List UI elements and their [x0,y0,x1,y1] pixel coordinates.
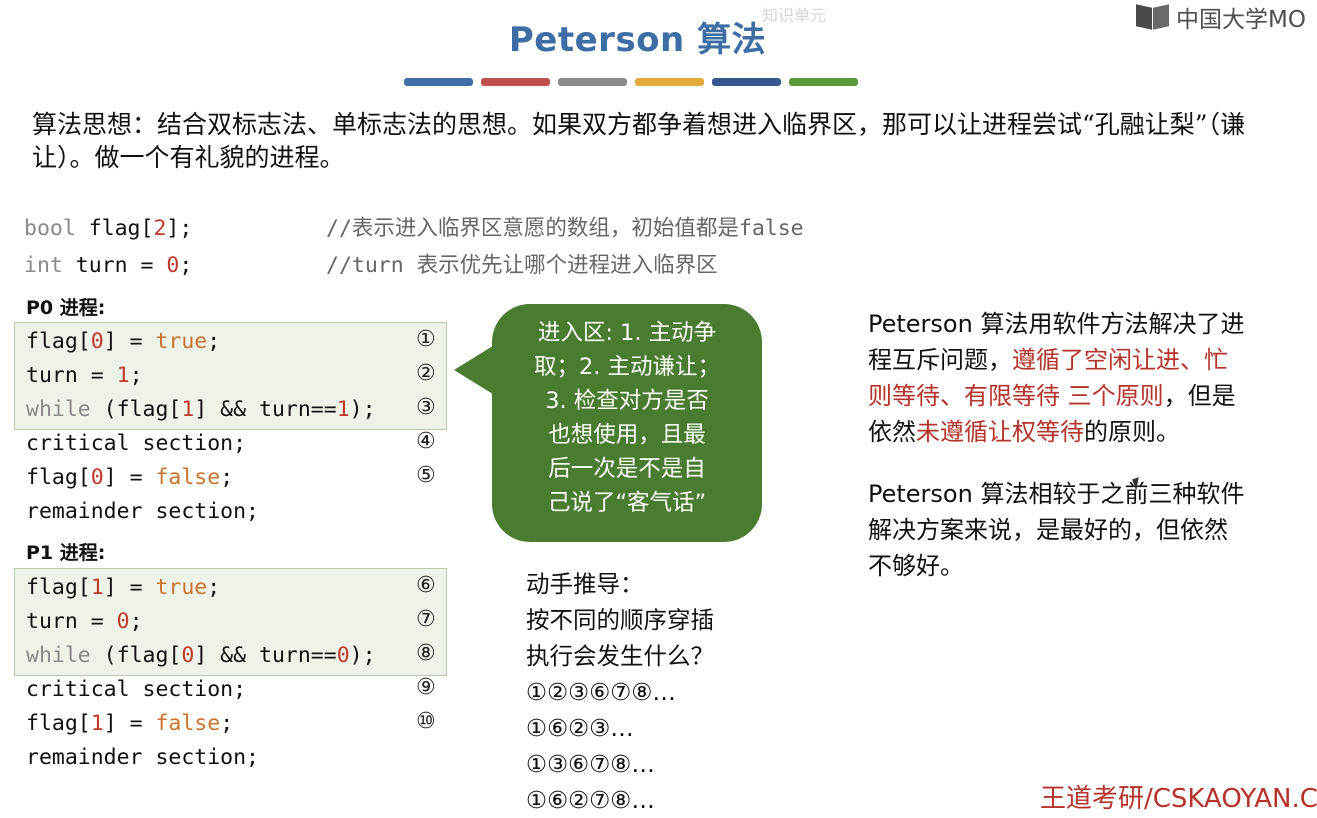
highlight-text: 遵循了空闲让进、忙 [1012,346,1228,374]
color-bar [404,78,473,86]
code-line-turn-decl: int turn = 0; [24,249,192,283]
derive-sequence: ①⑥②⑦⑧… [526,786,655,814]
peterson-principles-note: Peterson 算法用软件方法解决了进 程互斥问题，遵循了空闲让进、忙 则等待… [868,306,1308,450]
code-keyword: int [24,253,63,278]
p0-line-3: while (flag[1] && turn==1); [26,397,376,422]
p0-label: P0 进程: [26,297,106,319]
callout-line: 己说了“客气话” [547,490,707,516]
p0-line-6: remainder section; [26,499,259,524]
color-bar [789,78,858,86]
p1-line-6: remainder section; [26,745,259,770]
color-bar [481,78,550,86]
step-number: ⑨ [416,675,436,700]
step-number: ① [416,327,436,352]
color-bar [558,78,627,86]
p1-line-4: critical section; [26,677,247,702]
step-number: ④ [416,429,436,454]
p1-line-2: turn = 0; [26,609,143,634]
callout-pointer [454,344,496,396]
color-bar-strip [404,78,858,86]
callout-line: 进入区: 1. 主动争 [537,320,717,346]
step-number: ⑥ [416,573,436,598]
step-number: ⑦ [416,607,436,632]
callout-line: 3. 检查对方是否 [545,388,709,414]
note-line: 依然未遵循让权等待的原则。 [868,418,1180,446]
p1-line-3: while (flag[0] && turn==0); [26,643,376,668]
p1-label: P1 进程: [26,542,106,564]
derive-line: 动手推导： [526,570,644,598]
entry-section-callout: 进入区: 1. 主动争 取；2. 主动谦让； 3. 检查对方是否 也想使用，且最… [492,304,762,542]
highlight-text: 未遵循让权等待 [916,418,1084,446]
callout-line: 取；2. 主动谦让； [533,354,721,380]
note-line: Peterson 算法用软件方法解决了进 [868,310,1245,338]
p1-line-5: flag[1] = false; [26,711,234,736]
peterson-evaluation-note: Peterson 算法相较于之前三种软件 解决方案来说，是最好的，但依然 不够好… [868,476,1308,584]
p1-line-1: flag[1] = true; [26,575,221,600]
algorithm-idea-text: 算法思想：结合双标志法、单标志法的思想。如果双方都争着想进入临界区，那可以让进程… [32,110,1246,172]
p0-line-1: flag[0] = true; [26,329,221,354]
mooc-logo: 中国大学MO [1136,2,1306,33]
p0-line-4: critical section; [26,431,247,456]
color-bar [635,78,704,86]
slide-title: Peterson 算法 [508,20,767,60]
code-comment-turn: //turn 表示优先让哪个进程进入临界区 [326,253,718,278]
color-bar [712,78,781,86]
note-line: 程互斥问题，遵循了空闲让进、忙 [868,346,1228,374]
code-text: turn = [62,253,167,278]
callout-line: 也想使用，且最 [548,422,706,448]
step-number: ⑧ [416,641,436,666]
note-line: Peterson 算法相较于之前三种软件 [868,480,1245,508]
p0-line-5: flag[0] = false; [26,465,234,490]
code-comment-flag: //表示进入临界区意愿的数组，初始值都是false [326,216,804,241]
step-number: ⑤ [416,463,436,488]
book-icon [1136,4,1172,30]
derive-sequence: ①⑥②③… [526,714,634,742]
derivation-exercise: 动手推导： 按不同的顺序穿插 执行会发生什么？ ①②③⑥⑦⑧… ①⑥②③… ①③… [526,566,714,818]
derive-line: 执行会发生什么？ [526,642,714,670]
note-line: 则等待、有限等待 三个原则，但是 [868,382,1236,410]
code-text: ; [179,253,193,278]
logo-text: 中国大学MO [1176,7,1306,33]
code-keyword: bool [24,216,76,241]
callout-line: 后一次是不是自 [548,456,706,482]
step-number: ⑩ [416,709,436,734]
highlight-text: 则等待、有限等待 三个原则 [868,382,1164,410]
note-line: 解决方案来说，是最好的，但依然 [868,516,1228,544]
step-number: ② [416,361,436,386]
derive-sequence: ①②③⑥⑦⑧… [526,678,676,706]
note-line: 不够好。 [868,552,964,580]
step-number: ③ [416,395,436,420]
code-number: 0 [166,253,180,278]
p0-line-2: turn = 1; [26,363,143,388]
code-text: ]; [166,216,193,241]
derive-line: 按不同的顺序穿插 [526,606,714,634]
code-text: flag[ [75,216,154,241]
derive-sequence: ①③⑥⑦⑧… [526,750,655,778]
code-line-flag-decl: bool flag[2]; [24,212,192,246]
code-number: 2 [153,216,167,241]
bottom-watermark: 王道考研/CSKAOYAN.C [1040,784,1317,814]
